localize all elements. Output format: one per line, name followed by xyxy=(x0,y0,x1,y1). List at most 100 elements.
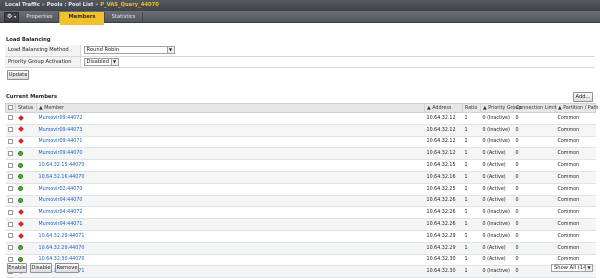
update-button[interactable]: Update xyxy=(7,70,29,80)
row-priority-group: 0 (Active) xyxy=(480,159,514,172)
row-member[interactable]: Mumovir04:44070 xyxy=(36,195,425,208)
checkbox-icon xyxy=(7,127,13,133)
tab-members[interactable]: Members xyxy=(59,12,105,25)
row-checkbox[interactable] xyxy=(5,124,16,137)
row-member[interactable]: Mumovir04:44071 xyxy=(36,218,425,231)
row-address: 10.64.32.26 xyxy=(424,218,463,231)
enable-button[interactable]: Enable xyxy=(7,263,27,273)
row-member[interactable]: 10.64.32.29:44070 xyxy=(36,242,425,255)
row-member[interactable]: Mumovir02:44070 xyxy=(36,183,425,196)
chevron-down-icon: ▼ xyxy=(110,58,118,65)
priority-activation-select[interactable]: Disabled ▼ xyxy=(83,57,119,66)
row-checkbox[interactable] xyxy=(5,171,16,184)
add-member-button[interactable]: Add... xyxy=(573,92,593,102)
member-link[interactable]: 10.64.32.16:44070 xyxy=(39,175,85,180)
member-link[interactable]: 10.64.32.29:44071 xyxy=(39,234,85,239)
row-member[interactable]: 10.64.32.15:44070 xyxy=(36,159,425,172)
show-filter-select[interactable]: Show All (14) ▼ xyxy=(551,264,593,272)
column-priority-group[interactable]: ▲ Priority Group xyxy=(480,103,521,113)
row-partition: Common xyxy=(555,218,596,231)
status-available-icon xyxy=(17,256,23,262)
row-partition: Common xyxy=(555,124,596,137)
row-checkbox[interactable] xyxy=(5,218,16,231)
table-row: Mumovir09:44073 10.64.32.12 1 0 (Inactive) 0… xyxy=(5,124,596,137)
row-checkbox[interactable] xyxy=(5,206,16,220)
column-member[interactable]: ▲ Member xyxy=(36,103,426,113)
row-status xyxy=(15,124,37,137)
breadcrumb-current-pool: P_VAS_Query_44070 xyxy=(100,2,159,8)
row-member[interactable]: Mumovir09:44073 xyxy=(36,124,425,137)
row-connection-limit: 0 xyxy=(513,230,556,243)
gear-menu-button[interactable]: ⚙ ▾ xyxy=(4,12,19,22)
member-link[interactable]: 10.64.32.30:44070 xyxy=(39,257,85,262)
remove-button[interactable]: Remove xyxy=(55,263,79,273)
row-address: 10.64.32.12 xyxy=(424,136,463,149)
column-partition[interactable]: ▲ Partition / Path xyxy=(555,103,598,113)
row-status xyxy=(15,112,37,125)
row-priority-group: 0 (Inactive) xyxy=(480,206,514,220)
row-address: 10.64.32.25 xyxy=(424,183,463,196)
row-partition: Common xyxy=(555,230,596,243)
disable-button[interactable]: Disable xyxy=(30,263,52,273)
row-member[interactable]: 10.64.32.30:44071 xyxy=(36,265,425,278)
row-priority-group: 0 (Inactive) xyxy=(480,218,514,231)
row-checkbox[interactable] xyxy=(5,242,16,255)
table-row: Mumovir02:44070 10.64.32.25 1 0 (Active) 0 Co… xyxy=(5,183,596,196)
table-row: Mumovir09:44072 10.64.32.12 1 0 (Inactive) 0… xyxy=(5,112,596,125)
status-available-icon xyxy=(17,162,23,168)
member-link[interactable]: Mumovir04:44071 xyxy=(39,222,83,227)
status-available-icon xyxy=(17,245,23,251)
breadcrumb-pool-list[interactable]: Pools : Pool List xyxy=(47,2,94,8)
member-link[interactable]: Mumovir09:44073 xyxy=(39,128,83,133)
member-link[interactable]: Mumovir09:44072 xyxy=(39,116,83,121)
row-member[interactable]: Mumovir04:44072 xyxy=(36,206,425,220)
select-all-checkbox[interactable] xyxy=(5,103,16,113)
member-link[interactable]: 10.64.32.29:44070 xyxy=(39,246,85,251)
row-checkbox[interactable] xyxy=(5,147,16,161)
member-link[interactable]: Mumovir04:44072 xyxy=(39,210,83,215)
column-address[interactable]: ▲ Address xyxy=(424,103,464,113)
row-member[interactable]: Mumovir09:44070 xyxy=(36,147,425,161)
column-address-label: Address xyxy=(432,105,452,111)
row-address: 10.64.32.30 xyxy=(424,254,463,267)
breadcrumb-local-traffic[interactable]: Local Traffic xyxy=(5,2,40,8)
member-link[interactable]: Mumovir04:44070 xyxy=(39,198,83,203)
row-checkbox[interactable] xyxy=(5,230,16,243)
member-link[interactable]: Mumovir09:44070 xyxy=(39,151,83,156)
column-ratio[interactable]: Ratio xyxy=(462,103,482,113)
row-status xyxy=(15,159,37,172)
row-ratio: 1 xyxy=(462,195,481,208)
load-balancing-title: Load Balancing xyxy=(6,37,51,43)
column-status[interactable]: Status xyxy=(14,103,38,113)
row-ratio: 1 xyxy=(462,183,481,196)
checkbox-icon xyxy=(7,150,13,156)
row-ratio: 1 xyxy=(462,124,481,137)
row-member[interactable]: Mumovir09:44072 xyxy=(36,112,425,125)
member-link[interactable]: Mumovir02:44070 xyxy=(39,187,83,192)
table-row: 10.64.32.30:4407110.64.32.3010 (Inactive… xyxy=(5,265,596,278)
row-checkbox[interactable] xyxy=(5,195,16,208)
row-checkbox[interactable] xyxy=(5,183,16,196)
row-checkbox[interactable] xyxy=(5,112,16,125)
row-checkbox[interactable] xyxy=(5,136,16,149)
tab-statistics[interactable]: Statistics xyxy=(105,12,143,23)
row-member[interactable]: 10.64.32.29:44071 xyxy=(36,230,425,243)
checkbox-icon xyxy=(8,105,13,110)
row-connection-limit: 0 xyxy=(513,159,556,172)
row-priority-group: 0 (Inactive) xyxy=(480,124,514,137)
row-checkbox[interactable] xyxy=(5,159,16,172)
row-priority-group: 0 (Active) xyxy=(480,254,514,267)
member-link[interactable]: Mumovir09:44071 xyxy=(39,139,83,144)
row-address: 10.64.32.29 xyxy=(424,230,463,243)
row-ratio: 1 xyxy=(462,254,481,267)
row-member[interactable]: 10.64.32.16:44070 xyxy=(36,171,425,184)
member-link[interactable]: 10.64.32.15:44070 xyxy=(39,163,85,168)
row-partition: Common xyxy=(555,195,596,208)
row-address: 10.64.32.26 xyxy=(424,206,463,220)
priority-activation-value: Disabled xyxy=(86,58,110,65)
row-member[interactable]: 10.64.32.30:44070 xyxy=(36,254,425,267)
tab-properties[interactable]: Properties xyxy=(21,12,59,23)
row-member[interactable]: Mumovir09:44071 xyxy=(36,136,425,149)
lb-method-select[interactable]: Round Robin ▼ xyxy=(83,46,175,55)
row-address: 10.64.32.12 xyxy=(424,147,463,161)
